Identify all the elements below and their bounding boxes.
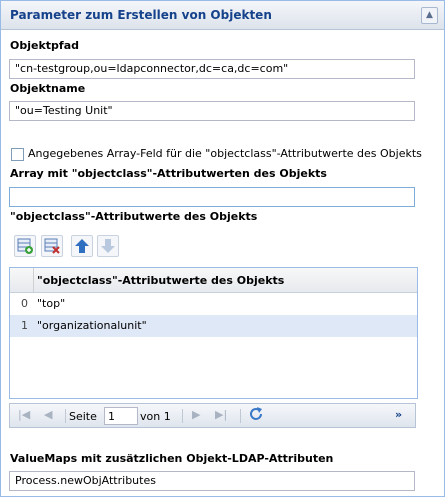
array-field-checkbox[interactable] [11, 148, 24, 161]
objektpfad-field[interactable]: "cn-testgroup,ou=ldapconnector,dc=ca,dc=… [9, 59, 415, 79]
table-row[interactable]: 1 "organizationalunit" [10, 315, 417, 337]
objektname-label: Objektname [10, 82, 86, 95]
array-label: Array mit "objectclass"-Attributwerten d… [10, 167, 327, 180]
page-label: Seite [69, 410, 97, 423]
array-field-checkbox-label: Angegebenes Array-Feld für die "objectcl… [28, 147, 422, 160]
last-page-icon[interactable]: ▶| [215, 408, 227, 421]
pager-divider [182, 409, 183, 423]
prev-page-icon[interactable]: ◀ [44, 408, 52, 421]
attrwerte-label: "objectclass"-Attributwerte des Objekts [10, 210, 258, 223]
array-field[interactable] [9, 187, 415, 207]
row-number-header [10, 268, 34, 292]
first-page-icon[interactable]: |◀ [18, 408, 30, 421]
move-up-icon [75, 239, 89, 253]
refresh-icon [250, 407, 262, 420]
paging-toolbar: |◀ ◀ Seite 1 von 1 ▶ ▶| » [9, 403, 416, 428]
next-page-icon[interactable]: ▶ [192, 408, 200, 421]
remove-row-button[interactable] [41, 235, 63, 257]
panel-title: Parameter zum Erstellen von Objekten [10, 8, 272, 22]
more-button[interactable]: » [395, 408, 402, 421]
pager-divider [65, 409, 66, 423]
move-down-button[interactable] [97, 235, 119, 257]
move-up-button[interactable] [71, 235, 93, 257]
add-row-icon [17, 238, 33, 254]
page-count: von 1 [140, 410, 171, 423]
remove-row-icon [44, 238, 60, 254]
parameters-panel: Parameter zum Erstellen von Objekten ▲ O… [0, 0, 445, 497]
objectclass-grid: "objectclass"-Attributwerte des Objekts … [9, 267, 418, 399]
move-down-icon [101, 239, 115, 253]
page-input[interactable]: 1 [104, 407, 138, 425]
refresh-button[interactable] [248, 406, 264, 425]
pager-divider [240, 409, 241, 423]
valuemaps-label: ValueMaps mit zusätzlichen Objekt-LDAP-A… [10, 452, 334, 465]
add-row-button[interactable] [14, 235, 36, 257]
table-row[interactable]: 0 "top" [10, 293, 417, 315]
column-header[interactable]: "objectclass"-Attributwerte des Objekts [37, 274, 284, 287]
row-value: "organizationalunit" [37, 319, 147, 332]
row-index: 1 [21, 319, 28, 332]
valuemaps-field[interactable]: Process.newObjAttributes [9, 471, 415, 491]
objektname-field[interactable]: "ou=Testing Unit" [9, 101, 415, 121]
row-index: 0 [21, 297, 28, 310]
row-value: "top" [37, 297, 66, 310]
objektpfad-label: Objektpfad [10, 39, 79, 52]
panel-header: Parameter zum Erstellen von Objekten ▲ [1, 1, 444, 30]
grid-header: "objectclass"-Attributwerte des Objekts [10, 268, 417, 293]
collapse-icon[interactable]: ▲ [421, 7, 438, 24]
